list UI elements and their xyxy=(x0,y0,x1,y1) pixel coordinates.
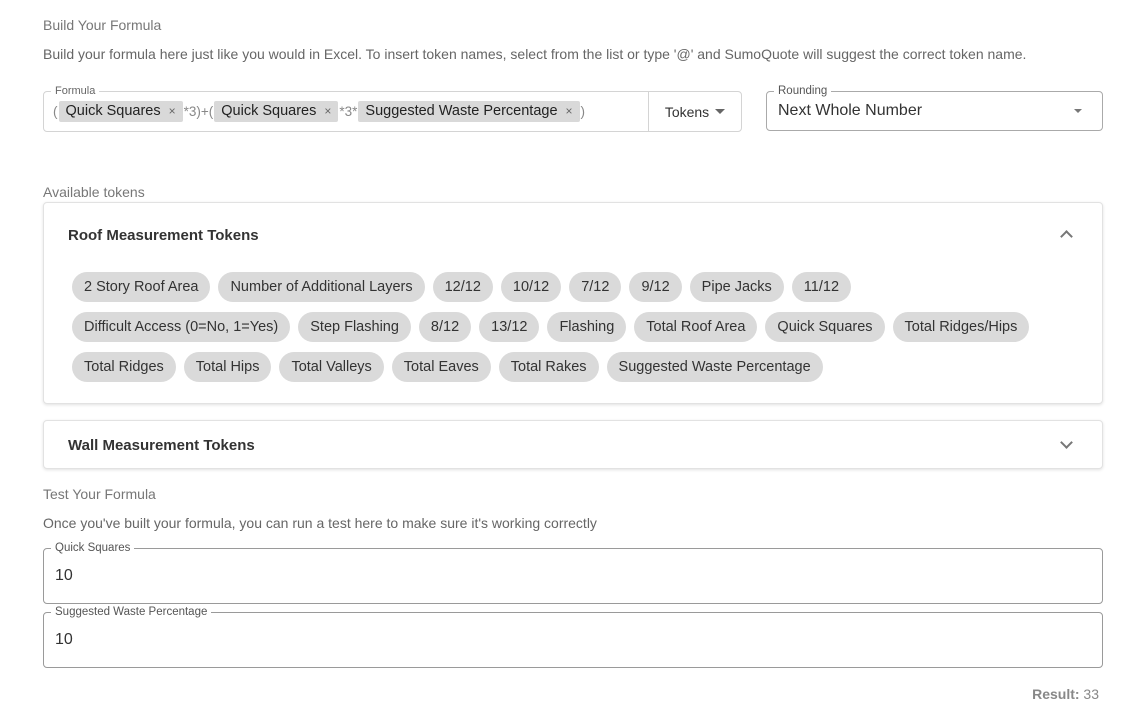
token-chip-row: 2 Story Roof Area Number of Additional L… xyxy=(72,272,852,302)
formula-token: Quick Squares × xyxy=(58,100,183,122)
roof-tokens-accordion: Roof Measurement Tokens 2 Story Roof Are… xyxy=(43,202,1103,404)
token-chip[interactable]: 10/12 xyxy=(500,272,562,302)
caret-down-icon xyxy=(715,109,726,114)
remove-token-icon[interactable]: × xyxy=(566,104,573,118)
token-chip[interactable]: Total Ridges/Hips xyxy=(892,312,1030,342)
caret-down-icon[interactable] xyxy=(1074,109,1082,113)
formula-operator: ( xyxy=(53,103,58,119)
result: Result: 33 xyxy=(1032,686,1099,702)
token-chip[interactable]: Suggested Waste Percentage xyxy=(606,352,823,382)
formula-operator: ) xyxy=(580,103,586,119)
result-value: 33 xyxy=(1083,686,1099,702)
token-chip[interactable]: 8/12 xyxy=(418,312,472,342)
roof-tokens-title[interactable]: Roof Measurement Tokens xyxy=(68,227,259,244)
quick-squares-label: Quick Squares xyxy=(51,542,135,554)
token-chip[interactable]: Total Roof Area xyxy=(634,312,758,342)
token-chip[interactable]: Step Flashing xyxy=(298,312,411,342)
token-chip[interactable]: Total Rakes xyxy=(498,352,599,382)
formula-token: Quick Squares × xyxy=(214,100,339,122)
token-chip[interactable]: 7/12 xyxy=(569,272,622,302)
token-chip[interactable]: Flashing xyxy=(547,312,627,342)
rounding-value: Next Whole Number xyxy=(778,102,923,119)
formula-token-label: Quick Squares xyxy=(65,103,161,119)
build-formula-description: Build your formula here just like you wo… xyxy=(43,46,1027,62)
tokens-dropdown-button[interactable]: Tokens xyxy=(649,92,741,131)
build-formula-title: Build Your Formula xyxy=(43,17,162,33)
formula-token-label: Suggested Waste Percentage xyxy=(365,103,558,119)
formula-label: Formula xyxy=(51,85,100,97)
chevron-down-icon[interactable] xyxy=(1060,436,1073,449)
remove-token-icon[interactable]: × xyxy=(169,104,176,118)
token-chip[interactable]: Total Ridges xyxy=(72,352,176,382)
test-formula-description: Once you've built your formula, you can … xyxy=(43,515,597,531)
formula-token-label: Quick Squares xyxy=(221,103,317,119)
waste-percentage-value[interactable]: 10 xyxy=(55,631,73,649)
token-chip-row: Total Ridges Total Hips Total Valleys To… xyxy=(72,352,823,382)
token-chip[interactable]: Difficult Access (0=No, 1=Yes) xyxy=(72,312,291,342)
quick-squares-field[interactable] xyxy=(43,548,1103,604)
formula-operator: *3* xyxy=(339,103,358,119)
token-chip[interactable]: 2 Story Roof Area xyxy=(72,272,211,302)
token-chip-row: Difficult Access (0=No, 1=Yes) Step Flas… xyxy=(72,312,1030,342)
result-label: Result: xyxy=(1032,686,1080,702)
token-chip[interactable]: 13/12 xyxy=(479,312,540,342)
formula-content[interactable]: ( Quick Squares × *3)+( Quick Squares × … xyxy=(53,100,586,122)
token-chip[interactable]: Total Valleys xyxy=(279,352,384,382)
token-chip[interactable]: 12/12 xyxy=(432,272,493,302)
token-chip[interactable]: Number of Additional Layers xyxy=(218,272,425,302)
remove-token-icon[interactable]: × xyxy=(324,104,331,118)
formula-token: Suggested Waste Percentage × xyxy=(358,100,580,122)
token-chip[interactable]: Pipe Jacks xyxy=(689,272,784,302)
quick-squares-value[interactable]: 10 xyxy=(55,567,73,585)
available-tokens-label: Available tokens xyxy=(43,184,145,200)
token-chip[interactable]: Total Hips xyxy=(183,352,272,382)
test-formula-title: Test Your Formula xyxy=(43,486,156,502)
waste-percentage-field[interactable] xyxy=(43,612,1103,668)
formula-operator: *3)+( xyxy=(183,103,214,119)
waste-percentage-label: Suggested Waste Percentage xyxy=(51,606,212,618)
token-chip[interactable]: 9/12 xyxy=(629,272,682,302)
chevron-up-icon[interactable] xyxy=(1060,230,1073,243)
rounding-label: Rounding xyxy=(774,85,832,97)
token-chip[interactable]: 11/12 xyxy=(791,272,852,302)
tokens-button-label: Tokens xyxy=(664,103,710,120)
wall-tokens-accordion[interactable]: Wall Measurement Tokens xyxy=(43,420,1103,469)
token-chip[interactable]: Quick Squares xyxy=(765,312,885,342)
wall-tokens-title[interactable]: Wall Measurement Tokens xyxy=(68,437,255,454)
token-chip[interactable]: Total Eaves xyxy=(391,352,491,382)
